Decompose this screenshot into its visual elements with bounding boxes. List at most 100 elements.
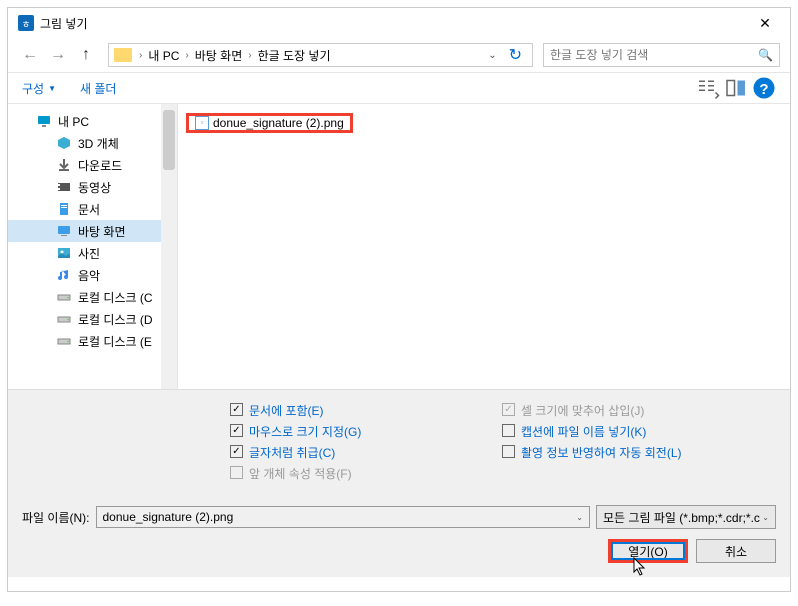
option-item[interactable]: 문서에 포함(E) [230,402,490,419]
back-button[interactable]: ← [18,43,42,67]
buttons-row: 열기(O) 취소 [22,539,776,563]
view-options-icon[interactable] [696,76,720,100]
checkbox-icon[interactable] [230,424,243,437]
option-label: 촬영 정보 반영하여 자동 회전(L) [521,444,681,461]
option-item[interactable]: 캡션에 파일 이름 넣기(K) [502,423,762,440]
tree-item-pc[interactable]: 내 PC [8,110,177,132]
disk-icon [56,311,72,327]
bottom-panel: 파일 이름(N): donue_signature (2).png ⌄ 모든 그… [8,497,790,577]
tree-item-label: 음악 [78,267,100,284]
refresh-icon[interactable]: ↻ [503,45,528,65]
tree-item-label: 다운로드 [78,157,122,174]
video-icon [56,179,72,195]
preview-pane-icon[interactable] [724,76,748,100]
tree-scrollbar[interactable] [161,104,177,389]
tree-item-label: 로컬 디스크 (E [78,333,152,350]
file-name: donue_signature (2).png [213,116,344,130]
search-input[interactable] [550,48,758,62]
tree-item-label: 로컬 디스크 (C [78,289,153,306]
tree-item-label: 동영상 [78,179,111,196]
options-left: 문서에 포함(E) 마우스로 크기 지정(G) 글자처럼 취급(C) 앞 개체 속성 … [230,402,490,485]
tree-item-pic[interactable]: 사진 [8,242,177,264]
checkbox-icon[interactable] [502,445,515,458]
option-label: 앞 개체 속성 적용(F) [249,465,352,482]
pic-icon [56,245,72,261]
chevron-right-icon: › [242,50,257,61]
checkbox-icon[interactable] [230,403,243,416]
chevron-down-icon[interactable]: ⌄ [576,513,583,522]
doc-icon [56,201,72,217]
chevron-down-icon[interactable]: ⌄ [482,50,502,61]
option-item: 앞 개체 속성 적용(F) [230,465,490,482]
search-icon[interactable]: 🔍 [758,48,773,62]
new-folder-button[interactable]: 새 폴더 [80,80,116,97]
cancel-button[interactable]: 취소 [696,539,776,563]
tree-item-label: 내 PC [58,113,89,130]
option-item[interactable]: 글자처럼 취급(C) [230,444,490,461]
option-label: 캡션에 파일 이름 넣기(K) [521,423,646,440]
option-label: 마우스로 크기 지정(G) [249,423,361,440]
open-button[interactable]: 열기(O) [608,539,688,563]
checkbox-icon[interactable] [502,424,515,437]
tree-item-disk[interactable]: 로컬 디스크 (C [8,286,177,308]
tree-item-3d[interactable]: 3D 개체 [8,132,177,154]
breadcrumb-item[interactable]: 한글 도장 넣기 [258,47,331,64]
chevron-right-icon: › [179,50,194,61]
toolbar: 구성▼ 새 폴더 ? [8,72,790,104]
disk-icon [56,333,72,349]
close-button[interactable]: ✕ [750,8,780,38]
folder-tree: 내 PC 3D 개체다운로드동영상문서바탕 화면사진음악로컬 디스크 (C 로컬 디… [8,104,178,389]
option-label: 문서에 포함(E) [249,402,324,419]
tree-item-disk[interactable]: 로컬 디스크 (E [8,330,177,352]
search-box[interactable]: 🔍 [543,43,780,67]
pc-icon [36,113,52,129]
tree-item-doc[interactable]: 문서 [8,198,177,220]
file-list[interactable]: ▫ donue_signature (2).png [178,104,790,389]
svg-text:?: ? [759,81,768,98]
filename-input[interactable]: donue_signature (2).png ⌄ [96,506,591,528]
tree-item-label: 사진 [78,245,100,262]
tree-item-disk[interactable]: 로컬 디스크 (D [8,308,177,330]
checkbox-icon [502,403,515,416]
tree-item-label: 문서 [78,201,100,218]
chevron-down-icon: ▼ [48,84,56,93]
help-icon[interactable]: ? [752,76,776,100]
option-item[interactable]: 촬영 정보 반영하여 자동 회전(L) [502,444,762,461]
music-icon [56,267,72,283]
tree-item-desktop[interactable]: 바탕 화면 [8,220,177,242]
filename-label: 파일 이름(N): [22,509,90,526]
option-item: 셀 크기에 맞추어 삽입(J) [502,402,762,419]
app-icon: ㅎ [18,15,34,31]
tree-item-download[interactable]: 다운로드 [8,154,177,176]
disk-icon [56,289,72,305]
option-label: 셀 크기에 맞추어 삽입(J) [521,402,644,419]
option-item[interactable]: 마우스로 크기 지정(G) [230,423,490,440]
tree-item-video[interactable]: 동영상 [8,176,177,198]
checkbox-icon[interactable] [230,445,243,458]
options-panel: 문서에 포함(E) 마우스로 크기 지정(G) 글자처럼 취급(C) 앞 개체 속성 … [8,389,790,497]
titlebar: ㅎ 그림 넣기 ✕ [8,8,790,38]
navbar: ← → ↑ › 내 PC › 바탕 화면 › 한글 도장 넣기 ⌄ ↻ 🔍 [8,38,790,72]
forward-button[interactable]: → [46,43,70,67]
scrollbar-thumb[interactable] [163,110,175,170]
organize-button[interactable]: 구성▼ [22,80,56,97]
breadcrumb[interactable]: › 내 PC › 바탕 화면 › 한글 도장 넣기 ⌄ ↻ [108,43,533,67]
tree-item-music[interactable]: 음악 [8,264,177,286]
chevron-down-icon: ⌄ [762,513,769,522]
options-right: 셀 크기에 맞추어 삽입(J) 캡션에 파일 이름 넣기(K) 촬영 정보 반영하여… [502,402,762,485]
chevron-right-icon: › [133,50,148,61]
tree-item-label: 3D 개체 [78,135,119,152]
image-file-icon: ▫ [195,116,209,130]
file-dialog: ㅎ 그림 넣기 ✕ ← → ↑ › 내 PC › 바탕 화면 › 한글 도장 넣… [7,7,791,592]
file-type-filter[interactable]: 모든 그림 파일 (*.bmp;*.cdr;*.c ⌄ [596,505,776,529]
tree-item-label: 바탕 화면 [78,223,126,240]
file-item-selected[interactable]: ▫ donue_signature (2).png [186,113,353,133]
filename-row: 파일 이름(N): donue_signature (2).png ⌄ 모든 그… [22,505,776,529]
tree-item-label: 로컬 디스크 (D [78,311,153,328]
breadcrumb-item[interactable]: 내 PC [148,47,179,64]
window-title: 그림 넣기 [40,15,750,32]
up-button[interactable]: ↑ [74,43,98,67]
breadcrumb-item[interactable]: 바탕 화면 [195,47,243,64]
3d-icon [56,135,72,151]
folder-icon [113,45,133,65]
